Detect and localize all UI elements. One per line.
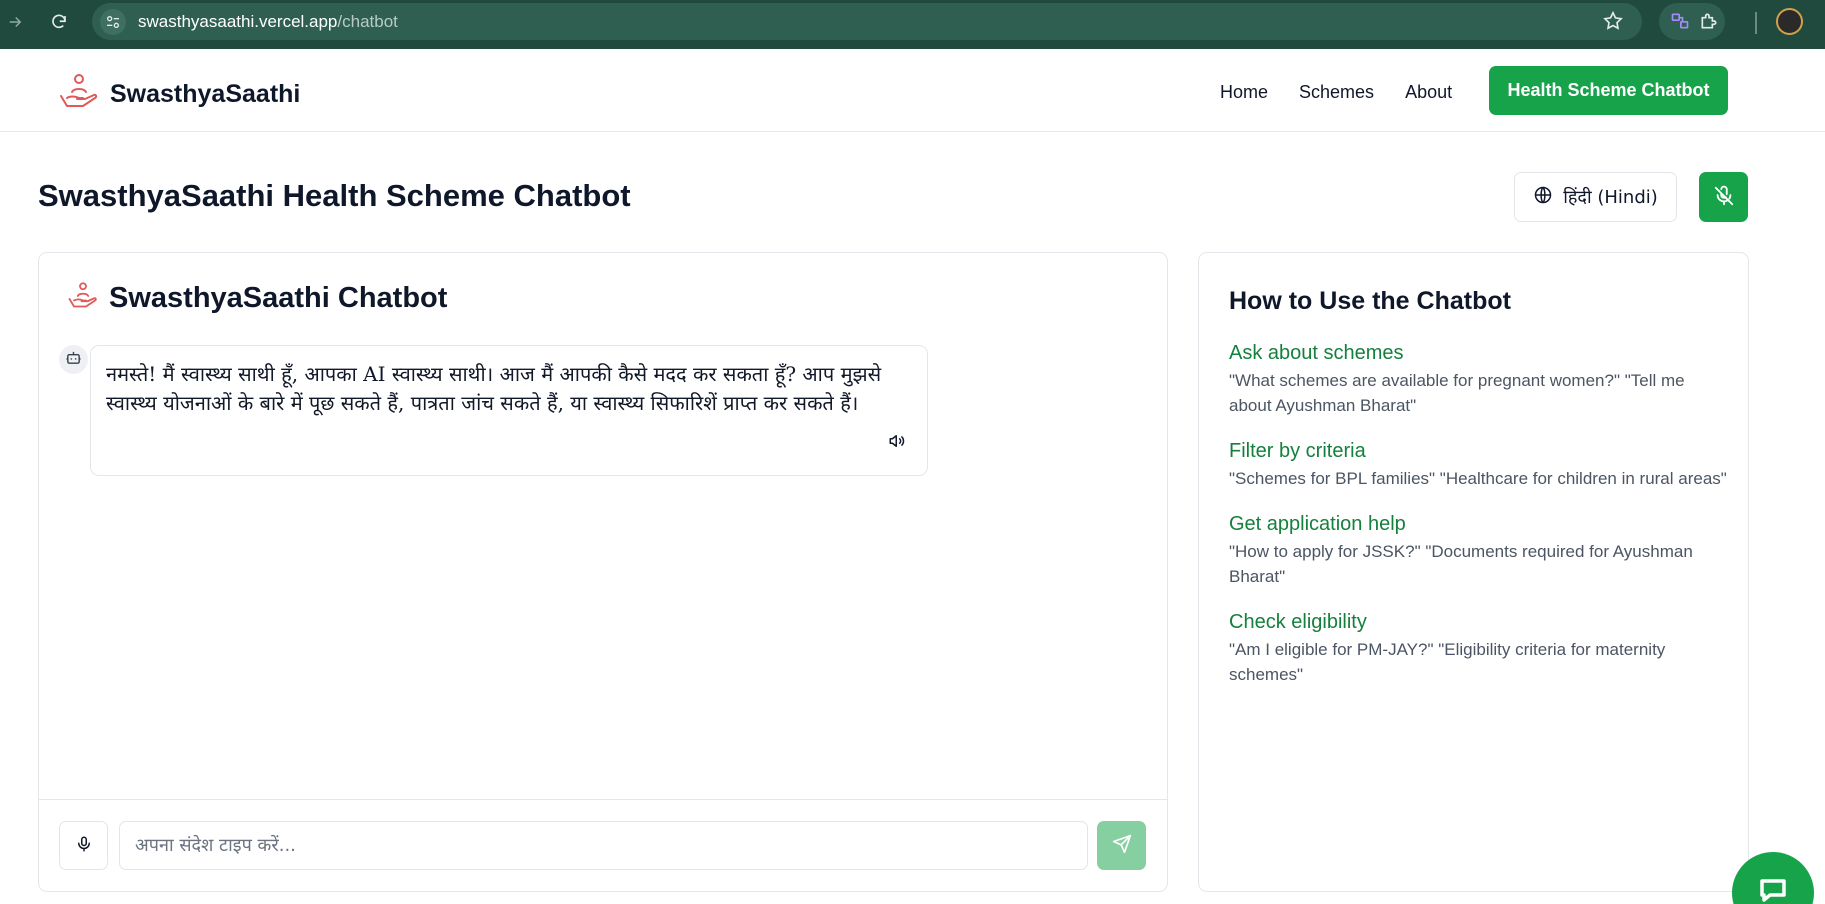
globe-icon [1533,185,1553,210]
main-nav: Home Schemes About [1220,82,1452,103]
chat-title: SwasthyaSaathi Chatbot [109,282,448,314]
brand-logo-link[interactable]: SwasthyaSaathi [58,72,300,117]
brand-name: SwasthyaSaathi [110,80,301,108]
url-text[interactable]: swasthyasaathi.vercel.app/chatbot [138,12,398,32]
voice-input-button[interactable] [59,821,108,870]
bot-icon [65,349,82,371]
browser-toolbar: swasthyasaathi.vercel.app/chatbot [0,0,1825,49]
help-item-title: Get application help [1229,513,1406,535]
nav-about-link[interactable]: About [1405,82,1452,103]
profile-avatar[interactable] [1776,8,1803,35]
nav-schemes-link[interactable]: Schemes [1299,82,1374,103]
chat-bubble-icon [1758,878,1788,904]
chat-input-bar [39,799,1167,891]
help-item-title: Check eligibility [1229,611,1367,633]
help-item-example: "How to apply for JSSK?" "Documents requ… [1229,542,1693,586]
language-toggle-button[interactable]: हिंदी (Hindi) [1514,172,1677,222]
help-item: Filter by criteria "Schemes for BPL fami… [1229,439,1729,491]
help-item-example: "Schemes for BPL families" "Healthcare f… [1229,469,1727,488]
site-settings-icon[interactable] [100,9,126,35]
url-host: swasthyasaathi.vercel.app [138,12,338,31]
page-title: SwasthyaSaathi Health Scheme Chatbot [38,178,631,213]
chat-header: SwasthyaSaathi Chatbot [67,281,447,316]
send-button[interactable] [1097,821,1146,870]
nav-home-link[interactable]: Home [1220,82,1268,103]
url-path: /chatbot [337,12,398,31]
send-icon [1112,834,1132,857]
chat-panel: SwasthyaSaathi Chatbot नमस्ते! मैं स्वास… [38,252,1168,892]
bookmark-star-icon[interactable] [1602,10,1624,37]
health-hand-logo-icon [58,72,100,117]
extensions-group [1659,3,1725,40]
microphone-icon [75,834,93,857]
translate-extension-icon[interactable] [1670,11,1690,36]
puzzle-extensions-icon[interactable] [1699,11,1719,36]
health-scheme-chatbot-button[interactable]: Health Scheme Chatbot [1489,66,1728,115]
reload-icon[interactable] [46,9,72,35]
message-input[interactable] [119,821,1088,870]
forward-icon[interactable] [2,9,28,35]
help-item-example: "What schemes are available for pregnant… [1229,371,1685,415]
help-list: Ask about schemes "What schemes are avai… [1229,341,1729,708]
site-header: SwasthyaSaathi Home Schemes About Health… [0,49,1825,132]
toolbar-divider [1755,12,1757,34]
help-title: How to Use the Chatbot [1229,287,1511,315]
address-bar[interactable]: swasthyasaathi.vercel.app/chatbot [92,3,1642,40]
help-item: Check eligibility "Am I eligible for PM-… [1229,610,1729,687]
help-item-example: "Am I eligible for PM-JAY?" "Eligibility… [1229,640,1666,684]
help-panel: How to Use the Chatbot Ask about schemes… [1198,252,1749,892]
bot-message-text: नमस्ते! मैं स्वास्थ्य साथी हूँ, आपका AI … [106,362,882,415]
help-item: Get application help "How to apply for J… [1229,512,1729,589]
mic-off-icon [1713,185,1735,210]
health-hand-logo-icon [67,281,99,316]
language-label: हिंदी (Hindi) [1563,187,1658,208]
help-item-title: Ask about schemes [1229,342,1404,364]
bot-avatar [59,345,88,374]
bot-message-bubble: नमस्ते! मैं स्वास्थ्य साथी हूँ, आपका AI … [90,345,928,476]
help-item: Ask about schemes "What schemes are avai… [1229,341,1729,418]
voice-mode-toggle-button[interactable] [1699,172,1748,222]
speaker-icon[interactable] [887,432,907,455]
help-item-title: Filter by criteria [1229,440,1366,462]
